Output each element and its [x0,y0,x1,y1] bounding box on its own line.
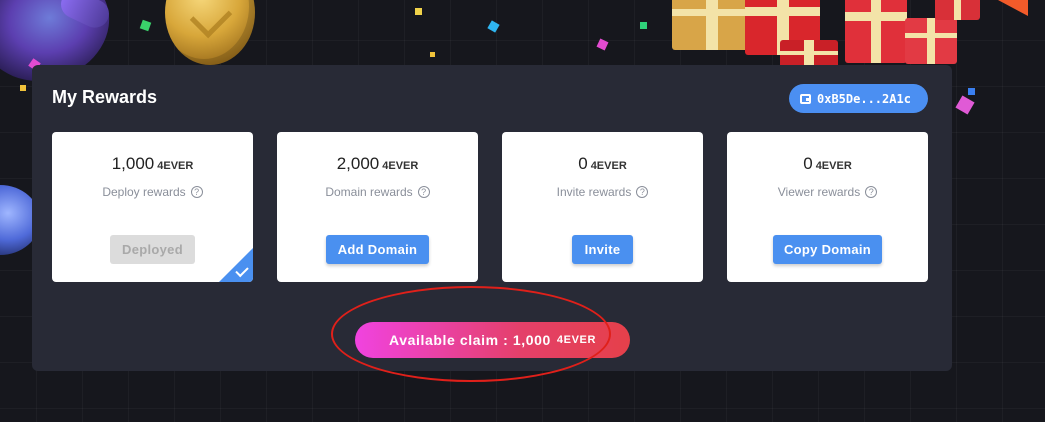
panel-title: My Rewards [52,87,158,107]
reward-label-text: Domain rewards [325,185,413,199]
gift-box-illustration [845,0,907,63]
add-domain-button[interactable]: Add Domain [326,235,429,264]
confetti-piece [596,38,609,51]
my-rewards-panel: My Rewards 0xB5De...2A1c 1,000 4EVER Depl… [32,65,952,371]
confetti-piece [20,85,26,91]
reward-amount: 2,000 4EVER [277,154,478,174]
reward-amount-unit: 4EVER [382,160,419,172]
domain-rewards-card: 2,000 4EVER Domain rewards ? Add Domain [277,132,478,282]
reward-label: Domain rewards ? [277,185,478,199]
reward-amount-unit: 4EVER [157,160,194,172]
reward-amount-value: 0 [578,154,588,173]
wallet-icon [800,93,811,104]
completed-corner-badge [219,248,253,282]
gift-box-illustration [935,0,980,20]
reward-amount-value: 2,000 [336,154,380,173]
reward-amount-unit: 4EVER [815,160,852,172]
claim-label: Available claim : 1,000 [389,332,551,348]
viewer-rewards-card: 0 4EVER Viewer rewards ? Copy Domain [727,132,928,282]
confetti-piece [968,88,975,95]
gift-box-illustration [672,0,752,50]
deploy-rewards-card: 1,000 4EVER Deploy rewards ? Deployed [52,132,253,282]
help-icon[interactable]: ? [417,186,430,198]
help-icon[interactable]: ? [636,186,649,198]
reward-amount: 0 4EVER [502,154,703,174]
confetti-piece [955,95,975,115]
confetti-piece [139,19,152,32]
confetti-piece [640,22,647,29]
wallet-address-button[interactable]: 0xB5De...2A1c [789,84,928,113]
reward-label-text: Deploy rewards [102,185,186,199]
claim-unit: 4EVER [556,334,596,346]
available-claim-button[interactable]: Available claim : 1,000 4EVER [355,322,630,358]
reward-label: Deploy rewards ? [52,185,253,199]
deployed-button[interactable]: Deployed [110,235,195,264]
confetti-piece [430,52,435,57]
reward-label: Invite rewards ? [502,185,703,199]
reward-amount-value: 0 [803,154,813,173]
gift-box-illustration [905,18,957,64]
reward-amount: 0 4EVER [727,154,928,174]
confetti-piece [487,20,500,33]
reward-amount-unit: 4EVER [590,160,627,172]
invite-rewards-card: 0 4EVER Invite rewards ? Invite [502,132,703,282]
flag-illustration [998,0,1028,16]
reward-label: Viewer rewards ? [727,185,928,199]
help-icon[interactable]: ? [865,186,878,198]
copy-domain-button[interactable]: Copy Domain [773,235,882,264]
help-icon[interactable]: ? [190,186,203,198]
wallet-address: 0xB5De...2A1c [817,91,911,106]
confetti-piece [415,8,422,15]
reward-label-text: Invite rewards [556,185,632,199]
reward-amount: 1,000 4EVER [52,154,253,174]
reward-label-text: Viewer rewards [777,185,861,199]
invite-button[interactable]: Invite [572,235,633,264]
reward-amount-value: 1,000 [111,154,155,173]
